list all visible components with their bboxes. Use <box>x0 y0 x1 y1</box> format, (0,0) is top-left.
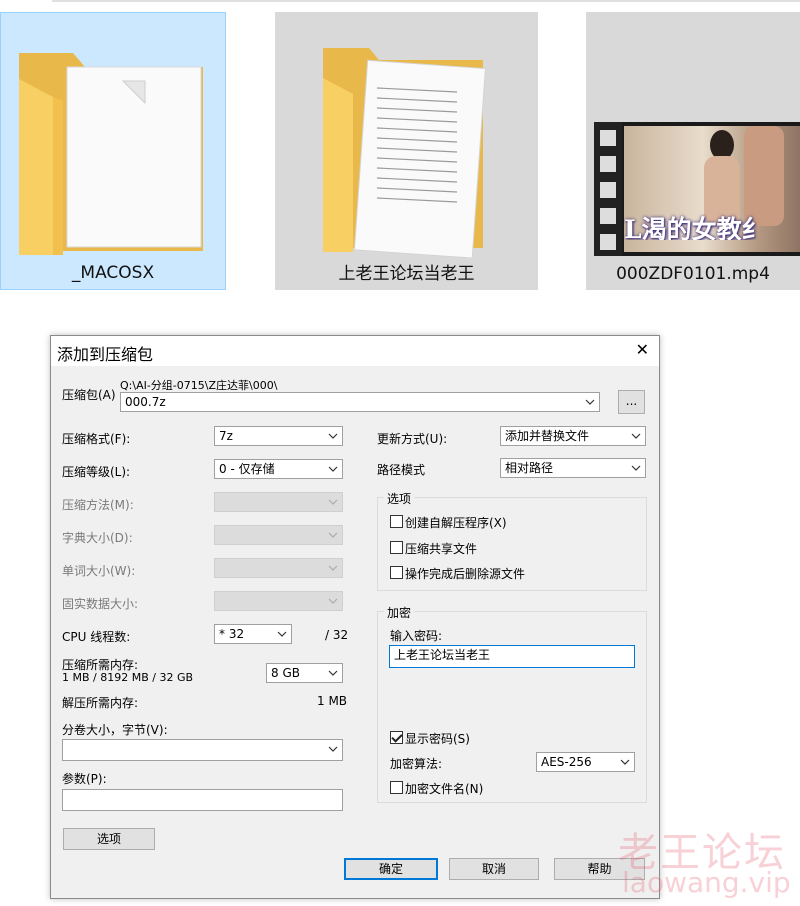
enc-method-select[interactable]: AES-256 <box>536 752 635 772</box>
format-value: 7z <box>219 429 233 443</box>
mem-value: 8 GB <box>271 666 300 680</box>
tile-label: 000ZDF0101.mp4 <box>616 264 770 284</box>
level-value: 0 - 仅存储 <box>219 462 275 476</box>
film-strip <box>594 122 622 256</box>
chevron-down-icon <box>585 399 595 405</box>
encryption-group-title: 加密 <box>384 604 415 621</box>
explorer-tile-folder[interactable]: 上老王论坛当老王 <box>275 12 538 290</box>
path-value: 相对路径 <box>505 461 554 475</box>
dialog-title: 添加到压缩包 <box>57 345 154 364</box>
archive-path: Q:\AI-分组-0715\Z庄达菲\000\ <box>120 379 278 392</box>
params-input[interactable] <box>62 789 343 811</box>
chevron-down-icon <box>328 565 338 571</box>
decomp-label: 解压所需内存: <box>62 696 139 710</box>
options-group-title: 选项 <box>384 490 415 507</box>
solid-select <box>214 591 343 611</box>
update-value: 添加并替换文件 <box>505 429 590 443</box>
watermark-url: laowang.vip <box>622 866 791 899</box>
mem-detail: 1 MB / 8192 MB / 32 GB <box>62 671 194 684</box>
video-frame: L渴的女教纟 <box>624 126 800 252</box>
word-select <box>214 558 343 578</box>
memory-select[interactable]: 8 GB <box>266 663 343 683</box>
close-icon[interactable]: ✕ <box>636 340 649 359</box>
archive-name-value: 000.7z <box>125 395 166 409</box>
chevron-down-icon <box>631 465 641 471</box>
delete-after-checkbox[interactable] <box>390 566 403 579</box>
update-mode-select[interactable]: 添加并替换文件 <box>500 426 646 446</box>
chevron-down-icon <box>277 631 287 637</box>
enc-method-value: AES-256 <box>541 755 592 769</box>
enc-names-label: 加密文件名(N) <box>405 782 484 796</box>
ok-button[interactable]: 确定 <box>344 858 438 880</box>
tile-label: 上老王论坛当老王 <box>338 264 475 284</box>
add-to-archive-dialog: 添加到压缩包 ✕ 压缩包(A) Q:\AI-分组-0715\Z庄达菲\000\ … <box>50 335 660 899</box>
enc-method-label: 加密算法: <box>390 757 443 771</box>
cpu-threads-select[interactable]: * 32 <box>214 624 292 644</box>
tile-label: _MACOSX <box>71 263 155 283</box>
password-input[interactable]: 上老王论坛当老王 <box>389 645 635 668</box>
dialog-titlebar[interactable]: 添加到压缩包 ✕ <box>51 336 659 366</box>
dict-label: 字典大小(D): <box>62 531 133 545</box>
chevron-down-icon <box>620 759 630 765</box>
explorer-tile-macosx[interactable]: _MACOSX <box>0 12 226 290</box>
cancel-button[interactable]: 取消 <box>449 858 539 880</box>
params-label: 参数(P): <box>62 772 107 786</box>
method-label: 压缩方法(M): <box>62 498 134 512</box>
options-button[interactable]: 选项 <box>63 828 155 850</box>
solid-label: 固实数据大小: <box>62 597 139 611</box>
video-thumbnail: L渴的女教纟 <box>594 122 800 256</box>
chevron-down-icon <box>328 499 338 505</box>
sfx-label: 创建自解压程序(X) <box>405 516 507 530</box>
archive-name-combo[interactable]: 000.7z <box>120 392 600 412</box>
cpu-value: * 32 <box>219 627 245 641</box>
word-label: 单词大小(W): <box>62 564 136 578</box>
sfx-checkbox[interactable] <box>390 515 403 528</box>
shared-label: 压缩共享文件 <box>405 542 478 556</box>
video-caption: L渴的女教纟 <box>624 215 767 240</box>
volume-label: 分卷大小，字节(V): <box>62 723 168 737</box>
browse-button[interactable]: ... <box>618 390 645 414</box>
path-mode-label: 路径模式 <box>377 463 426 477</box>
folder-icon <box>323 48 486 258</box>
dict-select <box>214 525 343 545</box>
password-value: 上老王论坛当老王 <box>394 648 491 662</box>
cpu-total: / 32 <box>325 628 349 642</box>
format-label: 压缩格式(F): <box>62 432 131 446</box>
chevron-down-icon <box>328 670 338 676</box>
level-select[interactable]: 0 - 仅存储 <box>214 459 343 479</box>
chevron-down-icon <box>631 433 641 439</box>
decomp-value: 1 MB <box>317 694 348 708</box>
encrypt-names-checkbox[interactable] <box>390 781 403 794</box>
level-label: 压缩等级(L): <box>62 465 131 479</box>
cpu-label: CPU 线程数: <box>62 630 131 644</box>
update-label: 更新方式(U): <box>377 432 448 446</box>
archive-label: 压缩包(A) <box>62 388 116 402</box>
volume-size-combo[interactable] <box>62 739 343 761</box>
folder-icon <box>19 53 203 255</box>
show-password-label: 显示密码(S) <box>405 732 470 746</box>
explorer-top-divider <box>52 0 800 2</box>
shared-files-checkbox[interactable] <box>390 541 403 554</box>
password-label: 输入密码: <box>390 629 443 643</box>
chevron-down-icon <box>328 466 338 472</box>
chevron-down-icon <box>328 598 338 604</box>
show-password-checkbox[interactable] <box>390 731 403 744</box>
method-select <box>214 492 343 512</box>
delete-label: 操作完成后删除源文件 <box>405 567 526 581</box>
chevron-down-icon <box>328 746 338 752</box>
chevron-down-icon <box>328 433 338 439</box>
format-select[interactable]: 7z <box>214 426 343 446</box>
explorer-tile-video[interactable]: L渴的女教纟 000ZDF0101.mp4 <box>586 12 800 290</box>
chevron-down-icon <box>328 532 338 538</box>
path-mode-select[interactable]: 相对路径 <box>500 458 646 478</box>
